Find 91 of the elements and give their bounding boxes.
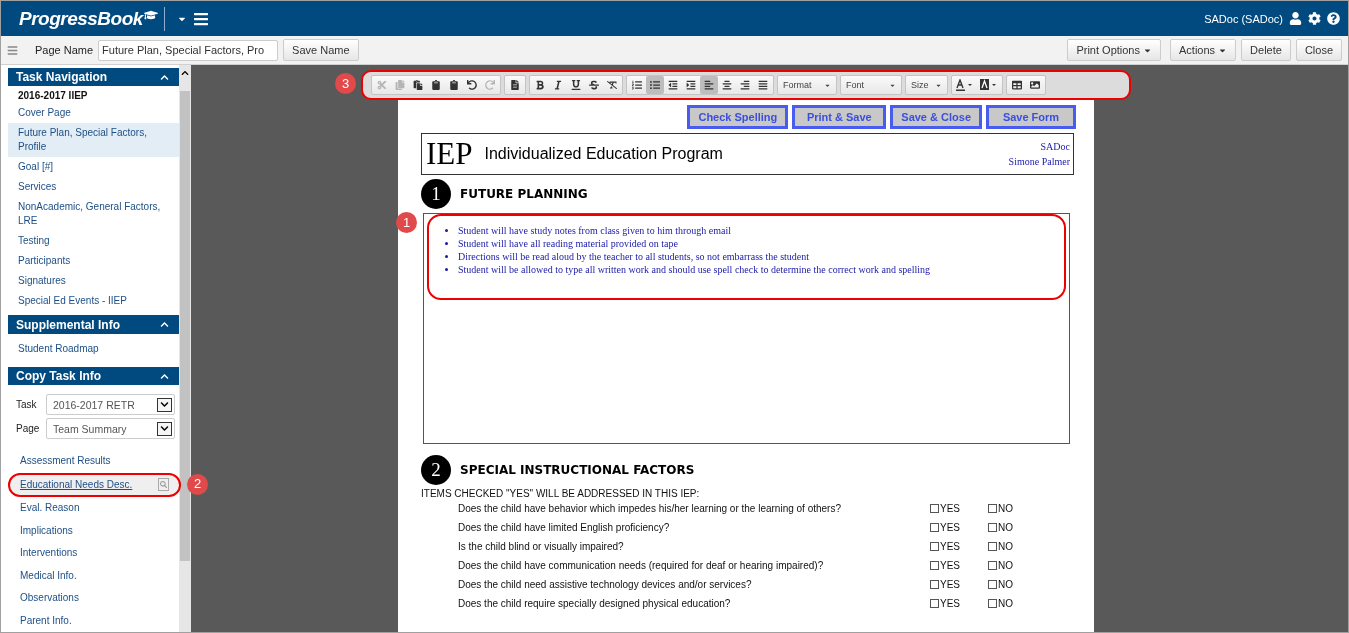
section-subtitle: 2016-2017 IIEP: [17, 89, 89, 104]
question-text: Does the child require specially designed physical education?: [458, 598, 732, 609]
bulleted-list-icon[interactable]: [646, 76, 664, 94]
copy-link[interactable]: Medical Info.: [8, 564, 179, 587]
nav-item[interactable]: Special Ed Events - IIEP: [8, 291, 179, 312]
toolbar-button[interactable]: Print Options: [1067, 39, 1161, 61]
chevron-down-icon: [157, 421, 172, 436]
instructions-text: ITEMS CHECKED "YES" WILL BE ADDRESSED IN THIS IEP:: [421, 488, 701, 499]
nav-item[interactable]: Signatures: [8, 271, 179, 292]
copy-link[interactable]: Interventions: [8, 542, 179, 565]
question-text: Does the child need assistive technology devices and/or services?: [458, 579, 753, 590]
save-name-button[interactable]: Save Name: [283, 39, 359, 61]
bullet-text: Student will have all reading material provided on tape: [458, 237, 678, 250]
page-name-field[interactable]: Future Plan, Special Factors, Pro: [98, 39, 279, 61]
collapse-icon[interactable]: [160, 371, 169, 381]
no-checkbox[interactable]: NO: [988, 560, 1038, 571]
nav-item[interactable]: Cover Page: [8, 103, 179, 124]
toolbar-button[interactable]: Delete: [1241, 39, 1291, 61]
no-checkbox[interactable]: NO: [988, 598, 1038, 609]
copy-link[interactable]: Assessment Results: [8, 450, 179, 473]
document-logo: IEP: [426, 136, 473, 172]
copy-link[interactable]: Parent Info.: [8, 609, 179, 632]
bullet-icon: [445, 268, 448, 271]
nav-item[interactable]: Testing: [8, 231, 179, 252]
section-header[interactable]: Copy Task Info: [8, 366, 179, 386]
question-text: Does the child have behavior which impedes his/her learning or the learning of others?: [458, 503, 842, 514]
section-heading: SPECIAL INSTRUCTIONAL FACTORS: [460, 463, 695, 477]
no-checkbox[interactable]: NO: [988, 522, 1038, 533]
form-action-button[interactable]: Save & Close: [890, 105, 982, 129]
nav-item[interactable]: Student Roadmap: [8, 338, 179, 359]
chevron-down-icon: [157, 397, 172, 412]
toolbar-button[interactable]: Actions: [1170, 39, 1237, 61]
yes-checkbox[interactable]: YES: [930, 503, 988, 514]
bullet-text: Directions will be read aloud by the teacher to all students, so not embarrass the student: [458, 250, 809, 263]
align-left-icon[interactable]: [700, 76, 718, 94]
nav-item[interactable]: NonAcademic, General Factors, LRE: [8, 197, 179, 232]
no-checkbox[interactable]: NO: [988, 541, 1038, 552]
author-line: Simone Palmer: [1008, 155, 1070, 169]
dropdown[interactable]: Format: [777, 75, 837, 95]
section-number: 2: [421, 455, 451, 485]
form-action-button[interactable]: Save Form: [986, 105, 1076, 129]
scroll-up-icon[interactable]: [181, 69, 189, 77]
document-title: Individualized Education Program: [484, 145, 724, 163]
copy-link[interactable]: Implications: [8, 519, 179, 542]
yes-checkbox[interactable]: YES: [930, 522, 988, 533]
callout-marker: 1: [396, 212, 417, 233]
form-action-button[interactable]: Check Spelling: [687, 105, 789, 129]
user-name[interactable]: SADoc (SADoc): [1204, 12, 1283, 25]
section-number: 1: [421, 179, 451, 209]
callout-marker: 3: [335, 73, 356, 94]
menu-icon[interactable]: [192, 10, 209, 27]
yes-checkbox[interactable]: YES: [930, 541, 988, 552]
help-icon[interactable]: [1327, 12, 1340, 25]
form-action-button[interactable]: Print & Save: [792, 105, 887, 129]
settings-icon[interactable]: [1308, 12, 1321, 25]
author-line: SADoc: [1040, 140, 1070, 154]
copy-link[interactable]: Eval. Reason: [8, 497, 179, 520]
dropdown[interactable]: Font: [840, 75, 902, 95]
bullet-icon: [445, 255, 448, 258]
no-checkbox[interactable]: NO: [988, 579, 1038, 590]
section-header[interactable]: Supplemental Info: [8, 315, 179, 334]
nav-item[interactable]: Participants: [8, 251, 179, 272]
user-icon[interactable]: [1289, 12, 1302, 25]
no-checkbox[interactable]: NO: [988, 503, 1038, 514]
bullet-text: Student will be allowed to type all written work and should use spell check to determine the correct work and spelling: [458, 263, 931, 276]
nav-item[interactable]: Services: [8, 177, 179, 198]
toolbar-button[interactable]: Close: [1295, 39, 1342, 61]
collapse-icon[interactable]: [160, 72, 169, 82]
select-field[interactable]: Team Summary: [46, 418, 175, 440]
yes-checkbox[interactable]: YES: [930, 560, 988, 571]
select-field[interactable]: 2016-2017 RETR: [46, 394, 175, 416]
dropdown[interactable]: Size: [905, 75, 948, 95]
section-header[interactable]: Task Navigation: [8, 68, 179, 87]
logo[interactable]: ProgressBook: [19, 7, 158, 30]
collapse-icon[interactable]: [160, 320, 169, 330]
bullet-icon: [445, 242, 448, 245]
question-text: Is the child blind or visually impaired?: [458, 541, 625, 552]
section-heading: FUTURE PLANNING: [460, 187, 588, 201]
question-text: Does the child have limited English proficiency?: [458, 522, 671, 533]
nav-item[interactable]: Future Plan, Special Factors, Profile: [8, 123, 179, 158]
select-label: Page: [16, 423, 41, 435]
yes-checkbox[interactable]: YES: [930, 579, 988, 590]
select-label: Task: [16, 399, 38, 411]
bullet-icon: [445, 229, 448, 232]
page-name-label: Page Name: [35, 44, 94, 56]
nav-item[interactable]: Goal [#]: [8, 157, 179, 178]
scrollbar[interactable]: [179, 65, 191, 632]
copy-link[interactable]: Observations: [8, 587, 179, 610]
question-text: Does the child have communication needs (required for deaf or hearing impaired)?: [458, 560, 825, 571]
yes-checkbox[interactable]: YES: [930, 598, 988, 609]
bullet-text: Student will have study notes from class given to him through email: [458, 224, 732, 237]
